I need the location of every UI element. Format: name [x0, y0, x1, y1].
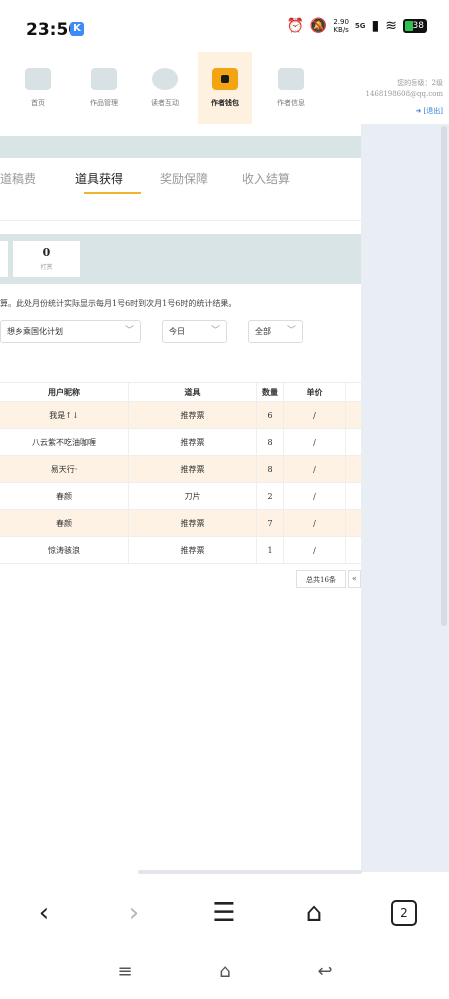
menu-icon: ☰	[212, 898, 236, 928]
items-table: 用户昵称 道具 数量 单价 我是↑↓ 推荐票 6 / 八云紫不吃油咖喱 推荐票 …	[0, 382, 361, 564]
status-icons: ⏰ 🔕 2.90 KB/s 5G ▮ ≋ 38	[286, 18, 427, 34]
status-bar: 23:50 K ⏰ 🔕 2.90 KB/s 5G ▮ ≋ 38	[0, 0, 449, 52]
nav-wallet[interactable]: 作者钱包	[198, 52, 252, 124]
stat-card-partial	[0, 241, 8, 277]
active-tab-indicator	[84, 192, 141, 194]
user-level: 您的등级：2级	[397, 79, 443, 87]
table-row: 八云紫不吃油咖喱 推荐票 8 /	[0, 429, 361, 456]
stat-value: 0	[42, 246, 51, 259]
app-badge-icon: K	[70, 22, 84, 36]
logout-icon[interactable]: ➜	[415, 107, 423, 115]
top-nav: 首页 作品管理 读者互动 作者钱包 作者信息 您的등级：2级 146819860…	[0, 52, 449, 125]
table-row: 我是↑↓ 推荐票 6 /	[0, 402, 361, 429]
mute-icon: 🔕	[309, 18, 328, 34]
header-qty: 数量	[257, 383, 284, 401]
type-select[interactable]: 全部 ﹀	[248, 320, 303, 343]
pagination-prev-button[interactable]: «	[348, 570, 361, 588]
recents-button[interactable]: ≡	[110, 958, 140, 984]
tab-items-received[interactable]: 道具获得	[75, 170, 123, 187]
book-select[interactable]: 想乡乘国化计划 ﹀	[0, 320, 141, 343]
header-item: 道具	[129, 383, 257, 401]
vertical-scrollbar[interactable]	[441, 126, 447, 626]
stat-card-tips: 0 打赏	[13, 241, 80, 277]
nav-readers[interactable]: 读者互动	[138, 52, 192, 124]
signal-icon: ▮	[371, 18, 380, 34]
menu-button[interactable]: ☰	[204, 896, 244, 930]
id-card-icon	[278, 68, 304, 90]
system-home-button[interactable]: ⌂	[210, 958, 240, 984]
tab-income-settlement[interactable]: 收入结算	[242, 170, 290, 187]
table-row: 易天行· 推荐票 8 /	[0, 456, 361, 483]
system-nav: ≡ ⌂ ↩	[0, 948, 449, 999]
forward-button[interactable]: ›	[114, 896, 154, 930]
tab-count: 2	[391, 900, 417, 926]
user-box: 您的등级：2级 1468198608@qq.com ➜ [退出]	[366, 78, 444, 117]
chevron-down-icon: ﹀	[286, 326, 296, 336]
back-arrow-icon: ↩	[317, 960, 333, 982]
stat-band: 0 打赏	[0, 234, 361, 284]
book-icon	[91, 68, 117, 90]
system-back-button[interactable]: ↩	[310, 958, 340, 984]
back-button[interactable]: ‹	[24, 896, 64, 930]
recents-icon: ≡	[117, 960, 133, 982]
table-row: 惊涛骇浪 推荐票 1 /	[0, 537, 361, 564]
stat-label: 打赏	[40, 264, 53, 271]
date-select[interactable]: 今日 ﹀	[162, 320, 227, 343]
header-price: 单价	[284, 383, 346, 401]
tab-bar: 道稿费 道具获得 奖励保障 收入结算	[0, 164, 361, 220]
notice-text: 算。此处月份统计实际显示每月1号6时到次月1号6时的统计结果。	[0, 299, 237, 308]
net-speed: 2.90 KB/s	[333, 18, 349, 34]
battery-icon: 38	[403, 19, 427, 33]
chevron-down-icon: ﹀	[210, 326, 220, 336]
alarm-icon: ⏰	[286, 18, 304, 34]
pagination-total: 总共16条	[296, 570, 346, 588]
tab-rewards-fee[interactable]: 道稿费	[0, 170, 36, 187]
tab-reward-guarantee[interactable]: 奖励保障	[160, 170, 208, 187]
wifi-icon: ≋	[385, 18, 397, 34]
divider	[0, 220, 361, 221]
chevron-right-icon: ›	[128, 898, 140, 928]
content-panel: 道稿费 道具获得 奖励保障 收入结算 0 打赏 算。此处月份统计实际显示每月1号…	[0, 124, 361, 872]
horizontal-scrollbar[interactable]	[138, 870, 362, 874]
home-icon: ⌂	[305, 898, 323, 928]
tabs-button[interactable]: 2	[384, 896, 424, 930]
chevron-down-icon: ﹀	[124, 326, 134, 336]
user-email: 1468198608@qq.com	[365, 90, 444, 98]
wallet-icon	[212, 68, 238, 90]
nav-home[interactable]: 首页	[11, 52, 65, 124]
right-rail	[361, 124, 449, 872]
home-icon	[25, 68, 51, 90]
table-row: 春颜 推荐票 7 /	[0, 510, 361, 537]
nav-works[interactable]: 作品管理	[77, 52, 131, 124]
logout-link[interactable]: [退出]	[424, 107, 443, 115]
network-type: 5G	[354, 21, 366, 30]
browser-toolbar: ‹ › ☰ ⌂ 2	[0, 876, 449, 948]
nav-author-info[interactable]: 作者信息	[264, 52, 318, 124]
header-user: 用户昵称	[0, 383, 129, 401]
table-header-row: 用户昵称 道具 数量 单价	[0, 383, 361, 402]
table-row: 春颜 刀片 2 /	[0, 483, 361, 510]
home-button[interactable]: ⌂	[294, 896, 334, 930]
panel-header	[0, 136, 361, 158]
paw-icon	[152, 68, 178, 90]
home-outline-icon: ⌂	[219, 960, 231, 982]
chevron-left-icon: ‹	[38, 898, 50, 928]
